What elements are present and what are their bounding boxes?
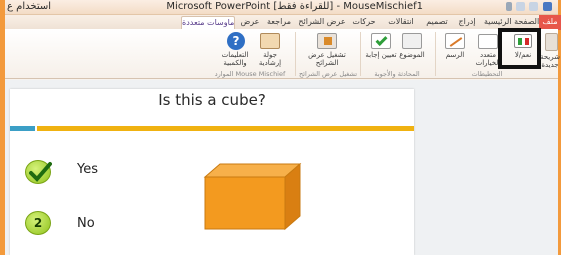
topic-button[interactable]: الموضوع [397, 51, 427, 59]
slide[interactable]: Is this a cube? Yes 2 No [10, 89, 414, 255]
answer-no-marker[interactable]: 2 [25, 211, 51, 235]
qat-dropdown-icon[interactable] [506, 2, 512, 11]
check-icon [29, 162, 52, 182]
title-bar-clipped-text: استخدام ع [7, 1, 51, 12]
multiple-choice-icon[interactable] [478, 34, 498, 49]
tab-review[interactable]: مراجعة [265, 16, 293, 29]
new-slide-icon[interactable] [545, 33, 558, 51]
tab-file[interactable]: ملف [539, 15, 561, 30]
group-label-answers: المحادثة والأجوبة [374, 70, 420, 78]
ribbon-tabs: ملف الصفحة الرئيسية إدراج تصميم انتقالات… [5, 15, 561, 30]
window-title: MouseMischief1 - [للقراءة فقط] Microsoft… [166, 1, 423, 12]
topic-icon[interactable] [402, 33, 422, 49]
title-bar: استخدام ع MouseMischief1 - [للقراءة فقط]… [5, 0, 558, 15]
tab-multiple-mice[interactable]: ماوسات متعددة [181, 16, 235, 29]
ribbon: شريحة جديدة نعم/لا متعدد الخيارات الرسم … [5, 29, 560, 79]
slide-title[interactable]: Is this a cube? [10, 91, 414, 109]
answer-yes-label[interactable]: Yes [77, 162, 98, 177]
tour-icon[interactable] [260, 33, 280, 49]
set-answer-button[interactable]: تعيين إجابة [365, 51, 397, 59]
help-icon[interactable]: ? [227, 32, 245, 50]
cube-shape[interactable] [200, 162, 310, 234]
undo-icon[interactable] [529, 2, 538, 11]
title-accent-blue [10, 126, 35, 131]
group-separator [295, 32, 296, 76]
tab-slideshow[interactable]: عرض الشرائح [298, 16, 346, 29]
help-button[interactable]: التعليمات والكمبية [213, 51, 257, 67]
new-slide-label[interactable]: شريحة جديدة [540, 53, 560, 69]
tab-design[interactable]: تصميم [423, 16, 451, 29]
save-icon[interactable] [543, 2, 552, 11]
tab-animations[interactable]: حركات [350, 16, 378, 29]
highlight-box [498, 28, 541, 69]
group-label-slideshow: تشغيل عرض الشرائح [298, 70, 358, 78]
slideshow-icon[interactable] [317, 33, 337, 49]
group-separator [435, 32, 436, 76]
title-accent-gold [37, 126, 414, 131]
start-slideshow-button[interactable]: تشغيل عرض الشرائح [301, 51, 353, 67]
set-answer-icon[interactable] [371, 33, 391, 49]
group-label-help: الموارد Mouse Mischief [214, 70, 286, 78]
answer-yes-marker[interactable] [25, 160, 52, 184]
drawing-button[interactable]: الرسم [439, 51, 471, 59]
group-label-questions: التحطيطات [471, 70, 503, 78]
tab-view[interactable]: عرض [239, 16, 261, 29]
tab-transitions[interactable]: انتقالات [384, 16, 418, 29]
answer-no-label[interactable]: No [77, 216, 95, 231]
drawing-icon[interactable] [445, 33, 465, 49]
tab-insert[interactable]: إدراج [456, 16, 478, 29]
redo-icon[interactable] [516, 2, 525, 11]
